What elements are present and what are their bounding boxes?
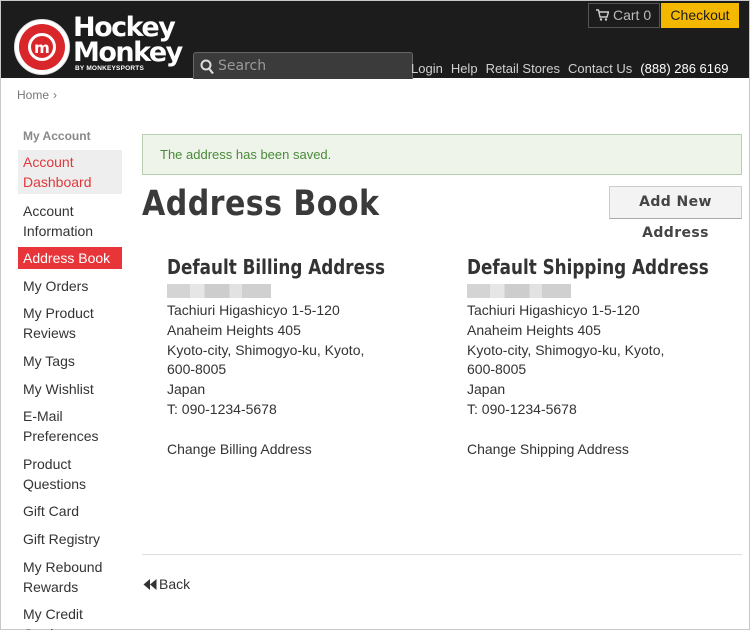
sidebar-item-product-questions[interactable]: Product Questions [18, 453, 122, 495]
sidebar-item-address-book[interactable]: Address Book [18, 247, 122, 270]
redacted-name [467, 284, 571, 298]
redacted-name [167, 284, 271, 298]
cart-icon [596, 9, 609, 21]
cart-label: Cart 0 [613, 7, 652, 23]
sidebar-item-my-orders[interactable]: My Orders [18, 275, 122, 297]
change-billing-address-link[interactable]: Change Billing Address [167, 441, 427, 457]
billing-address-line: Tachiuri Higashicyo 1-5-120 [167, 302, 340, 318]
sidebar-item-account-information[interactable]: Account Information [18, 200, 122, 242]
billing-address-block: Default Billing Address Tachiuri Higashi… [167, 253, 427, 457]
shipping-address-block: Default Shipping Address Tachiuri Higash… [467, 253, 727, 457]
retail-stores-link[interactable]: Retail Stores [486, 61, 560, 76]
logo-icon[interactable]: m [14, 19, 70, 75]
sidebar-item-my-credit-cards[interactable]: My Credit Cards [18, 603, 122, 630]
billing-address-line: Japan [167, 381, 206, 398]
contact-us-link[interactable]: Contact Us [568, 61, 632, 76]
search-icon[interactable] [200, 59, 214, 75]
billing-address-line: Anaheim Heights 405 [167, 321, 301, 338]
page-title: Address Book [142, 184, 380, 224]
shipping-address-phone: T: 090-1234-5678 [467, 400, 577, 417]
shipping-address-line: Anaheim Heights 405 [467, 321, 601, 338]
shipping-address-line: Tachiuri Higashicyo 1-5-120 [467, 302, 640, 318]
logo-subtitle: BY MONKEYSPORTS [75, 65, 144, 72]
billing-address-line: 600-8005 [167, 361, 227, 378]
site-header: m Hockey Monkey BY MONKEYSPORTS Login He… [1, 1, 749, 79]
logo-wordmark[interactable]: Hockey Monkey [73, 14, 183, 68]
sidebar-item-my-wishlist[interactable]: My Wishlist [18, 378, 122, 400]
change-shipping-address-link[interactable]: Change Shipping Address [467, 441, 727, 457]
help-link[interactable]: Help [451, 61, 478, 76]
billing-address-phone: T: 090-1234-5678 [167, 400, 277, 417]
sidebar-title: My Account [23, 129, 91, 143]
breadcrumb: Home › [17, 88, 57, 102]
sidebar-item-gift-card[interactable]: Gift Card [18, 500, 122, 522]
double-chevron-left-icon [143, 579, 157, 590]
sidebar-item-account-dashboard[interactable]: Account Dashboard [18, 150, 122, 194]
billing-address-title: Default Billing Address [167, 255, 385, 279]
success-message: The address has been saved. [142, 134, 742, 175]
breadcrumb-separator: › [53, 88, 58, 102]
back-link[interactable]: Back [143, 576, 190, 592]
shipping-address-line: Japan [467, 381, 506, 398]
back-label: Back [159, 576, 191, 592]
checkout-button[interactable]: Checkout [661, 3, 739, 28]
shipping-address-line: Kyoto-city, Shimogyo-ku, Kyoto, [467, 341, 665, 358]
header-links: Login Help Retail Stores Contact Us (888… [411, 61, 728, 76]
logo-line-2: Monkey [73, 37, 183, 68]
sidebar-item-my-rebound-rewards[interactable]: My Rebound Rewards [18, 556, 122, 598]
breadcrumb-home-link[interactable]: Home [17, 88, 49, 102]
sidebar-item-my-tags[interactable]: My Tags [18, 350, 122, 372]
billing-address-line: Kyoto-city, Shimogyo-ku, Kyoto, [167, 341, 365, 358]
shipping-address-line: 600-8005 [467, 361, 527, 378]
sidebar-item-email-preferences[interactable]: E-Mail Preferences [18, 405, 122, 447]
sidebar-item-gift-registry[interactable]: Gift Registry [18, 528, 122, 550]
sidebar-item-my-product-reviews[interactable]: My Product Reviews [18, 302, 122, 344]
login-link[interactable]: Login [411, 61, 443, 76]
search-input[interactable] [218, 55, 408, 77]
account-sidebar: My Account Account Dashboard Account Inf… [18, 128, 122, 630]
shipping-address-title: Default Shipping Address [467, 255, 709, 279]
add-new-address-button[interactable]: Add New Address [609, 186, 742, 241]
search-box [193, 52, 413, 79]
cart-button[interactable]: Cart 0 [588, 3, 660, 28]
content-divider [142, 554, 742, 555]
phone-number: (888) 286 6169 [640, 61, 729, 76]
